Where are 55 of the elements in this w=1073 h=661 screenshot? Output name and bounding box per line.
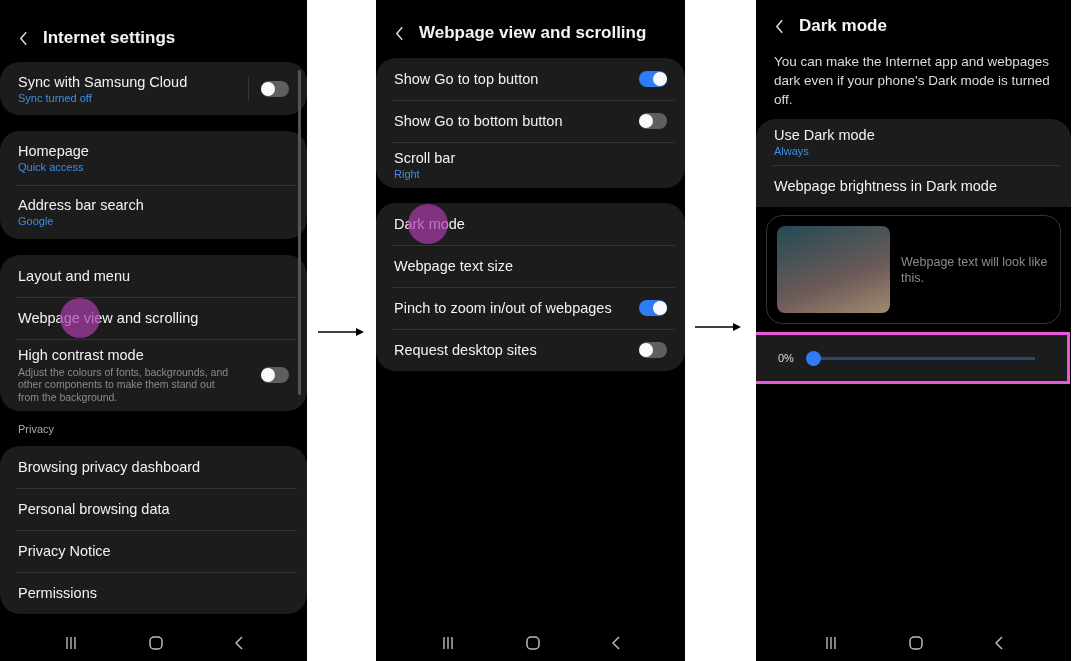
- back-icon[interactable]: [19, 30, 28, 46]
- description-text: You can make the Internet app and webpages dark even if your phone's Dark mode is turned off.: [773, 53, 1051, 110]
- settings-row[interactable]: Sync with Samsung Cloud Sync turned off: [0, 62, 307, 115]
- settings-row[interactable]: Request desktop sites: [376, 329, 685, 371]
- settings-row[interactable]: Show Go to bottom button: [376, 100, 685, 142]
- toggle-switch[interactable]: [639, 342, 667, 358]
- settings-row[interactable]: Homepage Quick access: [0, 131, 307, 185]
- home-icon[interactable]: [148, 636, 163, 650]
- settings-row[interactable]: Webpage view and scrolling: [0, 297, 307, 339]
- settings-row[interactable]: Personal browsing data: [0, 488, 307, 531]
- settings-row[interactable]: Address bar search Google: [0, 185, 307, 239]
- setting-value: Sync turned off: [18, 91, 93, 104]
- toggle-switch[interactable]: [261, 367, 289, 384]
- setting-value: Right: [394, 168, 421, 180]
- setting-description: Adjust the colours of fonts, backgrounds, and other components to make them stand out from the background.: [18, 366, 230, 404]
- arrow-drawing: [318, 326, 364, 337]
- settings-row[interactable]: Scroll bar Right: [376, 142, 685, 188]
- settings-row[interactable]: Show Go to top button: [376, 58, 685, 100]
- setting-value: Google: [18, 215, 55, 227]
- setting-value: Quick access: [18, 161, 85, 173]
- home-icon[interactable]: [908, 636, 923, 650]
- back-icon[interactable]: [395, 25, 404, 41]
- home-icon[interactable]: [525, 636, 540, 650]
- settings-row[interactable]: High contrast mode Adjust the colours of fonts, backgrounds, and other components to make them stand out from the background.: [0, 339, 307, 412]
- scrollbar[interactable]: [298, 70, 301, 395]
- screen-title: Webpage view and scrolling: [419, 23, 647, 43]
- recent-apps-icon[interactable]: [441, 637, 454, 649]
- settings-row[interactable]: Use Dark mode Always: [756, 119, 1071, 166]
- settings-row[interactable]: Privacy Notice: [0, 530, 307, 573]
- screen-title: Dark mode: [799, 16, 887, 36]
- settings-row[interactable]: Layout and menu: [0, 255, 307, 297]
- preview-text: Webpage text will look like this.: [901, 253, 1049, 287]
- section-header: Privacy: [17, 423, 56, 436]
- toggle-switch[interactable]: [639, 300, 667, 316]
- settings-row[interactable]: Permissions: [0, 572, 307, 615]
- back-icon[interactable]: [775, 18, 784, 34]
- slider-track[interactable]: [805, 350, 1035, 366]
- slider-thumb[interactable]: [805, 350, 821, 366]
- recent-apps-icon[interactable]: [64, 637, 77, 649]
- arrow-drawing: [695, 321, 741, 332]
- setting-value: Always: [774, 145, 810, 158]
- slider-reading: 0%: [778, 352, 794, 365]
- settings-row[interactable]: Webpage text size: [376, 245, 685, 287]
- screen-title: Internet settings: [43, 28, 176, 48]
- back-icon[interactable]: [234, 636, 243, 650]
- toggle-switch[interactable]: [639, 113, 667, 129]
- settings-row[interactable]: Pinch to zoom in/out of webpages: [376, 287, 685, 329]
- back-icon[interactable]: [994, 636, 1003, 650]
- toggle-switch[interactable]: [261, 80, 289, 97]
- toggle-switch[interactable]: [639, 71, 667, 87]
- settings-row[interactable]: Webpage brightness in Dark mode: [756, 165, 1071, 208]
- recent-apps-icon[interactable]: [824, 637, 837, 649]
- settings-row[interactable]: Browsing privacy dashboard: [0, 446, 307, 489]
- settings-row[interactable]: Dark mode: [376, 203, 685, 245]
- back-icon[interactable]: [611, 636, 620, 650]
